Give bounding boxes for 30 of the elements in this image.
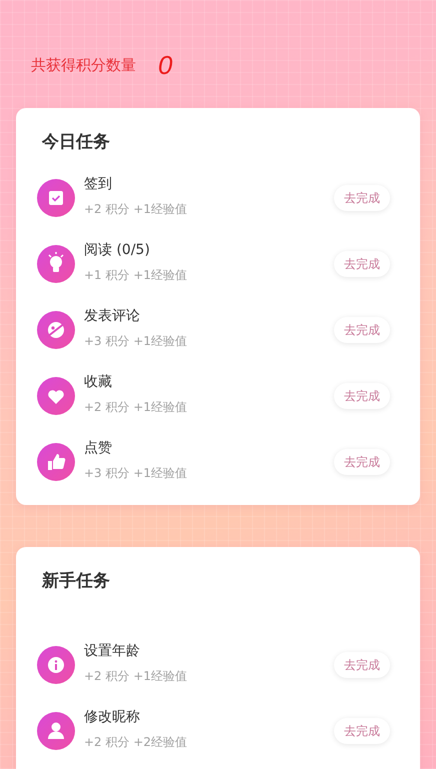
complete-button[interactable]: 去完成 — [334, 383, 390, 409]
points-label: 共获得积分数量 — [31, 56, 136, 74]
task-title: 阅读 (0/5) — [84, 240, 151, 258]
task-title: 收藏 — [84, 372, 113, 390]
lightbulb-icon — [37, 245, 75, 283]
section-title: 今日任务 — [40, 131, 111, 153]
task-title: 点赞 — [84, 438, 113, 456]
complete-button[interactable]: 去完成 — [334, 718, 390, 744]
complete-button[interactable]: 去完成 — [334, 449, 390, 475]
task-reward: +1 积分 +1经验值 — [84, 266, 188, 284]
task-reward: +3 积分 +1经验值 — [84, 464, 188, 482]
task-reward: +2 积分 +2经验值 — [84, 734, 188, 750]
section-title: 新手任务 — [40, 570, 111, 592]
task-title: 签到 — [84, 174, 113, 192]
thumbs-up-icon — [37, 443, 75, 481]
task-title: 修改昵称 — [84, 708, 141, 726]
task-reward: +2 积分 +1经验值 — [84, 668, 188, 684]
complete-button[interactable]: 去完成 — [334, 652, 390, 678]
person-icon — [37, 712, 75, 750]
complete-button[interactable]: 去完成 — [334, 317, 390, 343]
complete-button[interactable]: 去完成 — [334, 185, 390, 211]
task-reward: +2 积分 +1经验值 — [84, 200, 188, 218]
task-reward: +2 积分 +1经验值 — [84, 398, 188, 416]
info-icon — [37, 646, 75, 684]
complete-button[interactable]: 去完成 — [334, 251, 390, 277]
task-title: 发表评论 — [84, 306, 141, 324]
checkbox-icon — [37, 179, 75, 217]
points-value: 0 — [158, 50, 172, 80]
task-reward: +3 积分 +1经验值 — [84, 332, 188, 350]
task-title: 设置年龄 — [84, 642, 141, 660]
